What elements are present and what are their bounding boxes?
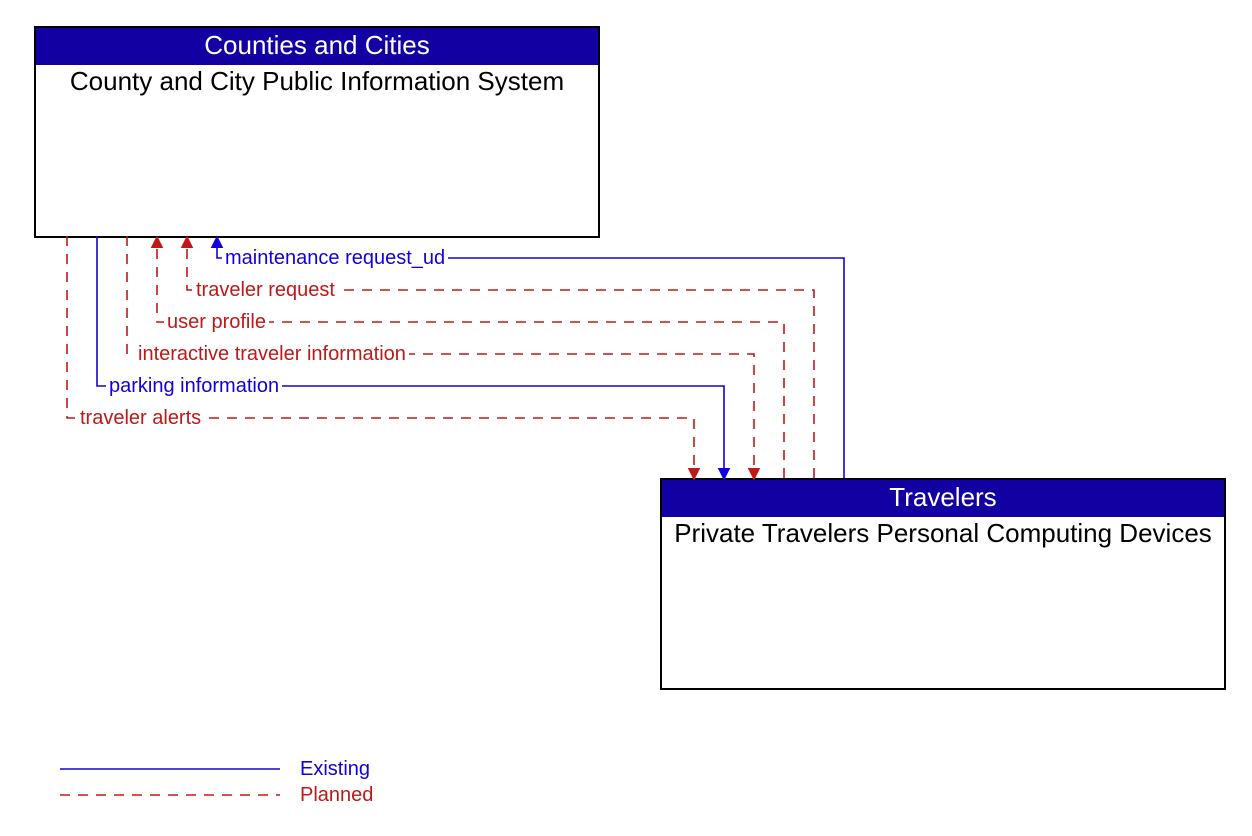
- flow-label-maintenance-request-ud: maintenance request_ud: [222, 248, 448, 268]
- legend-planned-label: Planned: [300, 784, 373, 807]
- flow-label-traveler-alerts: traveler alerts: [77, 408, 204, 428]
- node-header: Counties and Cities: [36, 28, 598, 65]
- flow-label-user-profile: user profile: [164, 312, 269, 332]
- flow-label-interactive-traveler-information: interactive traveler information: [135, 344, 409, 364]
- node-header: Travelers: [662, 480, 1224, 517]
- flow-label-traveler-request: traveler request: [193, 280, 338, 300]
- flow-label-parking-information: parking information: [106, 376, 282, 396]
- node-body: County and City Public Information Syste…: [36, 65, 598, 99]
- legend-existing-label: Existing: [300, 758, 370, 781]
- node-travelers: Travelers Private Travelers Personal Com…: [660, 478, 1226, 690]
- node-body: Private Travelers Personal Computing Dev…: [662, 517, 1224, 551]
- node-counties-cities: Counties and Cities County and City Publ…: [34, 26, 600, 238]
